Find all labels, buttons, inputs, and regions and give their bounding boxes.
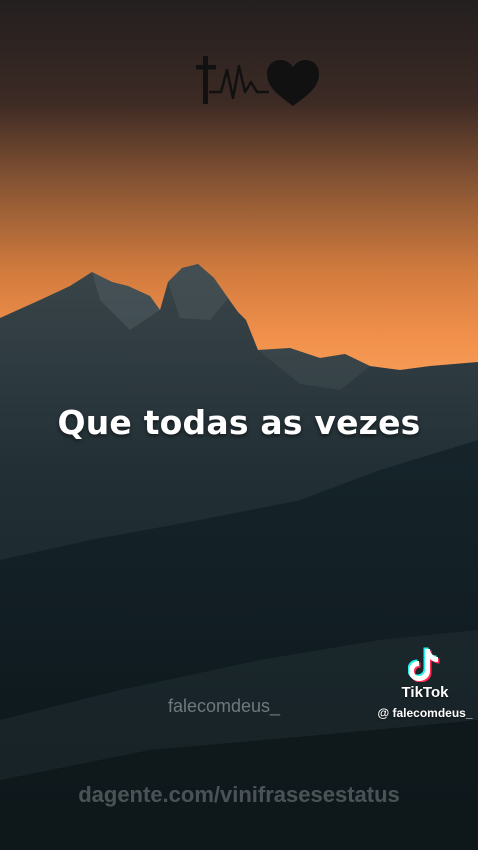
watermark-username: falecomdeus_: [168, 696, 281, 716]
tiktok-brand-name: TikTok: [401, 684, 449, 701]
video-caption: Que todas as vezes: [57, 403, 421, 442]
tiktok-watermark: TikTok @ falecomdeus_: [372, 646, 478, 720]
faith-symbol: [196, 56, 319, 106]
cross-icon: [196, 56, 216, 104]
tiktok-logo-icon: [408, 647, 440, 682]
watermark-site-url: dagente.com/vinifrasesestatus: [78, 782, 400, 807]
heartbeat-line-icon: [209, 64, 269, 100]
video-frame[interactable]: Que todas as vezes falecomdeus_ TikTok @…: [0, 0, 478, 850]
tiktok-handle: @ falecomdeus_: [377, 706, 473, 720]
heart-icon: [267, 60, 319, 106]
